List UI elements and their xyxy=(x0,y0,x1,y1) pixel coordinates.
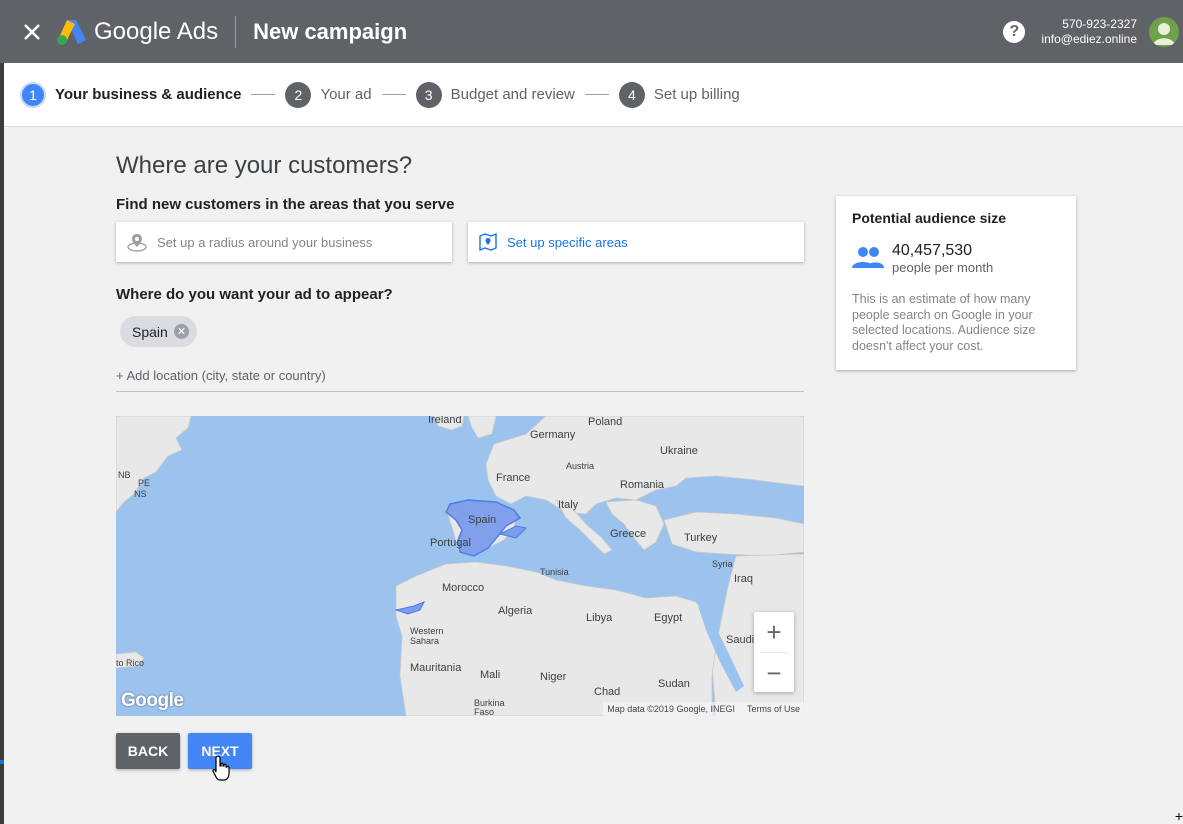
user-avatar-icon xyxy=(1153,22,1175,45)
map-label: Italy xyxy=(558,499,579,511)
zoom-out-button[interactable]: − xyxy=(754,653,794,693)
map-label: Ireland xyxy=(428,416,462,426)
step-billing[interactable]: 4 Set up billing xyxy=(618,81,740,108)
map-label: to Rico xyxy=(116,658,145,668)
step-number: 1 xyxy=(20,81,46,108)
map-pin-icon xyxy=(479,232,497,252)
map-label: Portugal xyxy=(430,537,471,549)
step-your-ad[interactable]: 2 Your ad xyxy=(285,81,372,108)
people-icon xyxy=(852,247,884,268)
hand-cursor-icon xyxy=(212,755,230,781)
brand-name: Google Ads xyxy=(94,17,219,45)
map-label: Saudi xyxy=(726,634,755,646)
step-label: Your business & audience xyxy=(55,86,242,103)
map-label: Egypt xyxy=(654,612,683,624)
map-label: Chad xyxy=(594,686,621,698)
step-number: 2 xyxy=(285,81,312,108)
map-label: France xyxy=(496,472,531,484)
map-label: Germany xyxy=(530,429,576,441)
map-zoom-control: + − xyxy=(754,612,794,692)
step-label: Your ad xyxy=(320,86,372,103)
close-icon[interactable] xyxy=(20,20,44,44)
step-business-audience[interactable]: 1 Your business & audience xyxy=(20,81,242,108)
location-chip-spain: Spain ✕ xyxy=(120,316,197,347)
map-label: Tunisia xyxy=(540,567,569,577)
map-label: Western Sahara xyxy=(410,626,444,646)
section-heading: Where are your customers? xyxy=(116,152,413,179)
map-label: Libya xyxy=(586,612,613,624)
terms-of-use-link[interactable]: Terms of Use xyxy=(747,704,800,714)
map-label: Spain xyxy=(468,514,497,526)
map-label: PE xyxy=(138,478,151,488)
step-connector xyxy=(251,94,276,95)
map-label: Niger xyxy=(540,671,567,683)
radius-option-label: Set up a radius around your business xyxy=(157,234,373,250)
map-label: Romania xyxy=(620,479,665,491)
map-label: Syria xyxy=(712,559,733,569)
map-label: Poland xyxy=(588,416,623,428)
map-label: Sudan xyxy=(658,678,690,690)
header-divider xyxy=(235,15,237,48)
map-label: Burkina Faso xyxy=(474,698,505,717)
window-edge-marker xyxy=(0,760,4,764)
radius-option-button[interactable]: Set up a radius around your business xyxy=(116,222,452,262)
card-title: Potential audience size xyxy=(852,210,1007,226)
step-budget-review[interactable]: 3 Budget and review xyxy=(415,81,575,108)
map-label: Morocco xyxy=(442,582,485,594)
location-map[interactable]: Ireland Poland Germany Ukraine Austria F… xyxy=(116,416,804,716)
corner-crosshair-icon: + xyxy=(1174,808,1183,824)
specific-areas-option-label: Set up specific areas xyxy=(507,234,628,250)
map-label: Turkey xyxy=(684,532,718,544)
specific-areas-option-button[interactable]: Set up specific areas xyxy=(468,222,804,262)
map-label: Algeria xyxy=(498,605,533,617)
map-label: Mauritania xyxy=(410,662,462,674)
step-label: Set up billing xyxy=(653,86,740,103)
audience-description: This is an estimate of how many people s… xyxy=(852,292,1036,353)
map-label: Austria xyxy=(566,461,595,471)
add-location-input[interactable]: + Add location (city, state or country) xyxy=(116,368,804,392)
help-icon[interactable]: ? xyxy=(1003,20,1026,43)
map-label: Iraq xyxy=(734,573,753,585)
map-data-credit: Map data ©2019 Google, INEGI xyxy=(607,704,735,714)
audience-stat: 40,457,530 people per month xyxy=(852,242,993,275)
google-ads-logo-icon xyxy=(57,19,86,45)
step-number: 3 xyxy=(415,81,442,108)
step-number: 4 xyxy=(618,81,645,108)
audience-unit: people per month xyxy=(892,260,994,275)
radius-pin-icon xyxy=(127,234,147,252)
top-bar: Google Ads New campaign ? 570-923-2327 i… xyxy=(0,0,1183,63)
google-ads-logo: Google Ads xyxy=(56,18,218,46)
zoom-in-button[interactable]: + xyxy=(754,612,794,652)
map-label: NS xyxy=(134,489,147,499)
account-phone: 570-923-2327 xyxy=(1062,16,1137,31)
map-label: Mali xyxy=(480,669,501,681)
account-info[interactable]: 570-923-2327 info@ediez.online xyxy=(1041,17,1137,47)
account-email: info@ediez.online xyxy=(1041,31,1137,46)
page-title: New campaign xyxy=(253,18,408,44)
map-label: Greece xyxy=(610,528,647,540)
audience-size-card: Potential audience size 40,457,530 peopl… xyxy=(836,196,1076,370)
step-connector xyxy=(381,94,406,95)
map-attribution: Map data ©2019 Google, INEGI Terms of Us… xyxy=(603,702,804,716)
ad-appear-label: Where do you want your ad to appear? xyxy=(116,286,393,303)
avatar[interactable] xyxy=(1149,16,1179,47)
step-label: Budget and review xyxy=(450,86,575,103)
step-connector xyxy=(584,94,609,95)
audience-count: 40,457,530 xyxy=(892,242,973,259)
find-customers-label: Find new customers in the areas that you… xyxy=(116,196,455,213)
map-label: Ukraine xyxy=(660,445,698,457)
remove-chip-icon[interactable]: ✕ xyxy=(174,324,189,339)
back-button[interactable]: BACK xyxy=(116,733,180,769)
chip-label: Spain xyxy=(132,323,168,340)
campaign-stepper: 1 Your business & audience 2 Your ad 3 B… xyxy=(4,63,1183,127)
google-map-logo: Google xyxy=(121,690,184,711)
map-label: NB xyxy=(118,470,131,480)
